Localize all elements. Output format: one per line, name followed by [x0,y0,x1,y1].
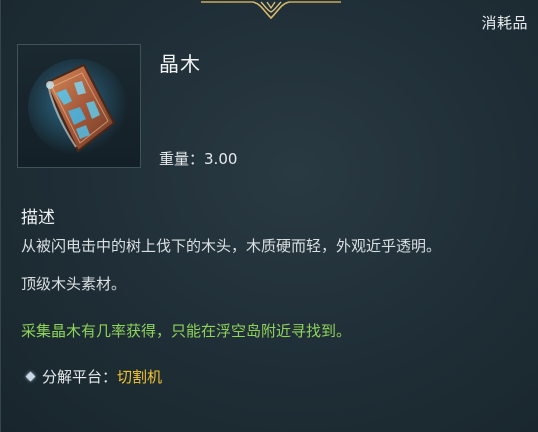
item-tooltip: 消耗品 晶木 重量：3.00 描述 从被闪电击中的树上伐下的木头，木质硬而轻，外… [0,0,538,432]
crystal-wood-icon [28,59,128,155]
description-title: 描述 [21,208,55,228]
item-name: 晶木 [159,52,201,76]
description-line: 从被闪电击中的树上伐下的木头，木质硬而轻，外观近乎透明。 [21,237,442,255]
item-category: 消耗品 [481,14,528,32]
item-weight: 重量：3.00 [159,148,237,169]
dismantle-value: 切割机 [117,368,163,386]
item-icon-frame [17,44,141,168]
dismantle-platform: 分解平台： 切割机 [25,366,163,387]
diamond-bullet-icon [25,371,36,382]
acquisition-note: 采集晶木有几率获得，只能在浮空岛附近寻找到。 [21,322,352,340]
weight-label: 重量： [159,150,205,168]
description-line: 顶级木头素材。 [21,275,127,293]
dismantle-label: 分解平台： [42,368,118,386]
top-ornament-icon [201,1,341,20]
weight-value: 3.00 [204,150,238,168]
